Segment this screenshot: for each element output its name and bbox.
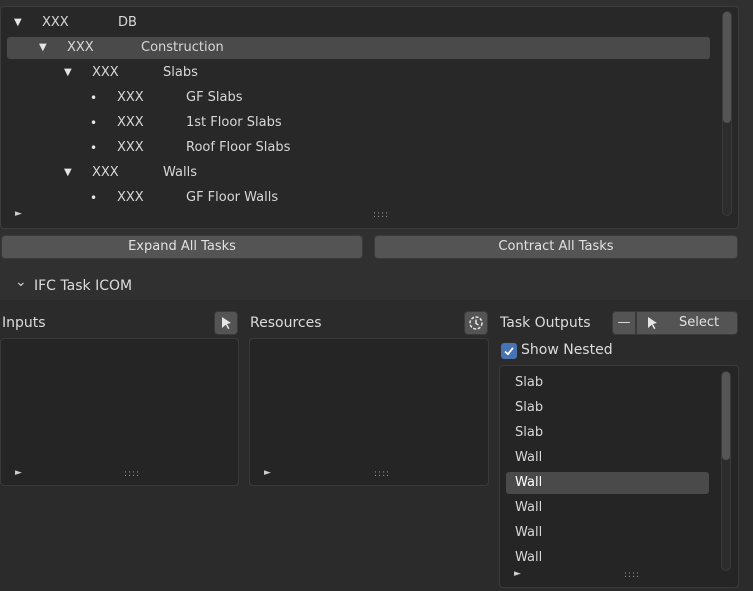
list-item[interactable]: Wall	[506, 497, 709, 519]
collapse-triangle-icon[interactable]: ▼	[64, 62, 72, 84]
resize-grip-icon[interactable]: ::::	[374, 469, 390, 479]
ifc-task-icom-panel: Inputs ► :::: Resources ► :::: Task Outp…	[0, 300, 753, 591]
contract-all-tasks-button[interactable]: Contract All Tasks	[374, 235, 738, 259]
checkmark-icon	[504, 347, 514, 356]
tree-row-name: Roof Floor Slabs	[186, 140, 291, 155]
bullet-icon: •	[90, 116, 98, 130]
tree-row-code: XXX	[117, 190, 144, 205]
tree-row-name: GF Floor Walls	[186, 190, 279, 205]
tree-row-1st-floor-slabs[interactable]: • XXX 1st Floor Slabs	[7, 112, 710, 134]
expand-list-icon[interactable]: ►	[15, 209, 22, 219]
task-outputs-list[interactable]: Slab Slab Slab Wall Wall Wall Wall Wall …	[499, 365, 739, 588]
bullet-icon: •	[90, 191, 98, 205]
expand-list-icon[interactable]: ►	[264, 468, 271, 478]
outputs-scrollbar-thumb[interactable]	[722, 372, 730, 460]
list-item[interactable]: Slab	[506, 422, 709, 444]
inputs-list[interactable]: ► ::::	[0, 338, 239, 486]
select-outputs-button[interactable]: Select	[636, 311, 738, 335]
history-clock-icon	[469, 316, 483, 330]
tree-row-name: Construction	[141, 40, 224, 55]
tree-row-code: XXX	[117, 140, 144, 155]
resize-grip-icon[interactable]: ::::	[624, 570, 640, 580]
list-item-selected[interactable]: Wall	[506, 472, 709, 494]
tree-row-name: DB	[118, 15, 137, 30]
tree-row-name: Walls	[163, 165, 197, 180]
tree-row-name: Slabs	[163, 65, 198, 80]
task-outputs-label: Task Outputs	[500, 315, 591, 331]
list-item[interactable]: Wall	[506, 447, 709, 469]
tree-row-gf-slabs[interactable]: • XXX GF Slabs	[7, 87, 710, 109]
inputs-label: Inputs	[2, 315, 46, 331]
list-item[interactable]: Wall	[506, 547, 709, 569]
bullet-icon: •	[90, 91, 98, 105]
tree-row-roof-floor-slabs[interactable]: • XXX Roof Floor Slabs	[7, 137, 710, 159]
tree-row-code: XXX	[42, 15, 69, 30]
expand-list-icon[interactable]: ►	[15, 468, 22, 478]
ifc-task-icom-panel-header[interactable]: ⌄ IFC Task ICOM	[0, 272, 753, 300]
resources-list[interactable]: ► ::::	[249, 338, 489, 486]
tree-row-construction[interactable]: ▼ XXX Construction	[7, 37, 710, 59]
tree-row-code: XXX	[67, 40, 94, 55]
tree-row-name: 1st Floor Slabs	[186, 115, 282, 130]
tree-row-slabs[interactable]: ▼ XXX Slabs	[7, 62, 710, 84]
cursor-arrow-icon	[648, 317, 657, 329]
collapse-triangle-icon[interactable]: ▼	[39, 37, 47, 59]
expand-list-icon[interactable]: ►	[514, 569, 521, 579]
tree-row-code: XXX	[92, 65, 119, 80]
tree-row-db[interactable]: ▼ XXX DB	[7, 12, 710, 34]
remove-output-button[interactable]: —	[612, 311, 636, 335]
bullet-icon: •	[90, 141, 98, 155]
tree-scrollbar-thumb[interactable]	[723, 12, 731, 123]
resize-grip-icon[interactable]: ::::	[373, 210, 389, 220]
tree-row-code: XXX	[117, 90, 144, 105]
select-button-label: Select	[679, 315, 720, 330]
list-item[interactable]: Slab	[506, 397, 709, 419]
list-item[interactable]: Slab	[506, 372, 709, 394]
task-tree-list[interactable]: ▼ XXX DB ▼ XXX Construction ▼ XXX Slabs …	[0, 6, 739, 229]
tree-row-code: XXX	[117, 115, 144, 130]
tree-row-code: XXX	[92, 165, 119, 180]
select-inputs-button[interactable]	[214, 311, 238, 335]
show-nested-label[interactable]: Show Nested	[521, 342, 613, 358]
tree-row-gf-floor-walls[interactable]: • XXX GF Floor Walls	[7, 187, 710, 209]
show-nested-checkbox[interactable]	[501, 343, 517, 359]
collapse-triangle-icon[interactable]: ▼	[14, 12, 22, 34]
expand-all-tasks-button[interactable]: Expand All Tasks	[1, 235, 363, 259]
cursor-arrow-icon	[222, 317, 231, 329]
tree-row-walls[interactable]: ▼ XXX Walls	[7, 162, 710, 184]
resources-history-button[interactable]	[464, 311, 488, 335]
tree-row-name: GF Slabs	[186, 90, 243, 105]
chevron-down-icon[interactable]: ⌄	[15, 268, 27, 296]
resize-grip-icon[interactable]: ::::	[124, 469, 140, 479]
collapse-triangle-icon[interactable]: ▼	[64, 162, 72, 184]
resources-label: Resources	[250, 315, 322, 331]
panel-title: IFC Task ICOM	[34, 278, 133, 294]
list-item[interactable]: Wall	[506, 522, 709, 544]
